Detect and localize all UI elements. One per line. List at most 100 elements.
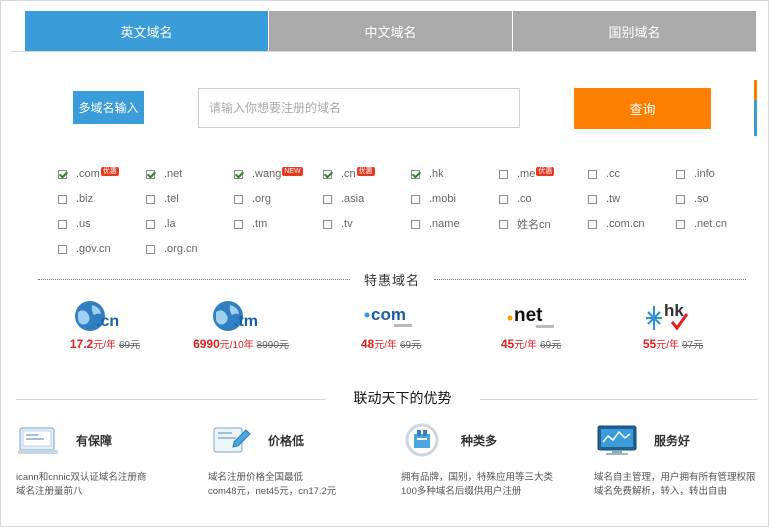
tld-label: .com [76, 168, 100, 180]
multi-domain-button[interactable]: 多域名输入 [73, 91, 144, 124]
domain-search-input[interactable] [198, 88, 520, 128]
tab-chinese-domain[interactable]: 中文域名 [268, 11, 512, 52]
tld-option[interactable]: .cn 优惠 [323, 164, 375, 184]
tld-option[interactable]: .so [676, 189, 709, 209]
price-tag-icon [208, 422, 254, 458]
tm-logo-icon: .tm [186, 296, 296, 336]
tld-label: .mobi [429, 193, 456, 205]
advantage-title: 种类多 [461, 433, 498, 448]
variety-icon [401, 422, 447, 458]
deal-hk[interactable]: hk 55元/年 97元 [618, 296, 728, 351]
tld-label: .me [517, 168, 536, 180]
tld-checkbox[interactable] [588, 194, 597, 204]
tld-option[interactable]: .tv [323, 214, 353, 234]
tld-label: 姓名cn [517, 219, 551, 231]
tld-checkbox[interactable] [146, 244, 155, 254]
advantage-title: 价格低 [268, 433, 305, 448]
tld-option[interactable]: .org.cn [146, 239, 198, 259]
advantage-description: icann和cnnic双认证域名注册商 域名注册量前八 [16, 472, 147, 497]
tab-divider [11, 51, 757, 52]
monitor-icon [16, 422, 62, 458]
tld-checkbox[interactable] [411, 219, 420, 229]
tld-checkbox[interactable] [58, 244, 67, 254]
tld-checkbox[interactable] [58, 194, 67, 204]
tld-label: .asia [341, 193, 365, 205]
tld-checkbox[interactable] [676, 219, 685, 229]
tab-english-domain[interactable]: 英文域名 [25, 11, 268, 52]
tld-checkbox[interactable] [234, 169, 243, 179]
tld-label: .com.cn [606, 218, 645, 230]
tld-checkbox[interactable] [234, 219, 243, 229]
advantage-title: 服务好 [654, 433, 691, 448]
advantage-variety: 种类多 拥有品牌，国别，特殊应用等三大类 100多种域名后缀供用户注册 [401, 420, 571, 499]
tld-option[interactable]: .tw [588, 189, 620, 209]
tld-option[interactable]: .org [234, 189, 271, 209]
deal-cn[interactable]: .cn 17.2元/年 69元 [50, 296, 160, 351]
tld-checkbox[interactable] [146, 219, 155, 229]
tld-option[interactable]: .com.cn [588, 214, 645, 234]
tld-label: .so [694, 193, 709, 205]
tld-checkbox[interactable] [234, 194, 243, 204]
tld-option[interactable]: .asia [323, 189, 364, 209]
tld-checkbox[interactable] [676, 194, 685, 204]
tld-option[interactable]: .me 优惠 [499, 164, 555, 184]
deal-price: 17.2元/年 69元 [69, 337, 141, 351]
deal-tm[interactable]: .tm 6990元/10年 8990元 [186, 296, 296, 351]
tld-checkbox[interactable] [323, 169, 332, 179]
tld-option[interactable]: .com 优惠 [58, 164, 119, 184]
tld-option[interactable]: 姓名cn [499, 214, 551, 234]
tld-option[interactable]: .gov.cn [58, 239, 111, 259]
query-button[interactable]: 查询 [574, 88, 711, 129]
hk-logo-icon: hk [618, 296, 728, 336]
tld-badge: 优惠 [100, 166, 119, 176]
deal-price: 55元/年 97元 [642, 337, 704, 351]
tld-option[interactable]: .info [676, 164, 715, 184]
tld-checkbox[interactable] [411, 169, 420, 179]
tld-option[interactable]: .co [499, 189, 532, 209]
tld-checkbox[interactable] [58, 169, 67, 179]
advantage-guarantee: 有保障 icann和cnnic双认证域名注册商 域名注册量前八 [16, 420, 186, 499]
tld-label: .co [517, 193, 532, 205]
tld-option[interactable]: .us [58, 214, 91, 234]
tld-option[interactable]: .biz [58, 189, 93, 209]
tld-label: .tv [341, 218, 353, 230]
tld-option[interactable]: .tm [234, 214, 267, 234]
tld-option[interactable]: .hk [411, 164, 444, 184]
tld-checkbox[interactable] [411, 194, 420, 204]
tld-option[interactable]: .la [146, 214, 176, 234]
tld-checkbox[interactable] [676, 169, 685, 179]
tld-checkbox[interactable] [499, 169, 508, 179]
side-tab-marker [754, 80, 757, 136]
tld-label: .cc [606, 168, 621, 180]
tld-checkbox[interactable] [499, 219, 508, 229]
tld-option[interactable]: .cc [588, 164, 620, 184]
tld-label: .la [164, 218, 176, 230]
tld-checkbox[interactable] [499, 194, 508, 204]
deal-net[interactable]: net 45元/年 69元 [476, 296, 586, 351]
tld-checkbox[interactable] [588, 169, 597, 179]
tld-checkbox[interactable] [146, 194, 155, 204]
tld-label: .cn [341, 168, 356, 180]
deal-price: 6990元/10年 8990元 [193, 337, 289, 351]
tld-checkbox[interactable] [146, 169, 155, 179]
tld-label: .tm [252, 218, 268, 230]
tld-label: .net.cn [694, 218, 728, 230]
tld-option[interactable]: .wang NEW [234, 164, 303, 184]
tab-country-domain[interactable]: 国别域名 [512, 11, 756, 52]
tld-option[interactable]: .tel [146, 189, 179, 209]
deal-com[interactable]: com 48元/年 69元 [336, 296, 446, 351]
tld-checkbox[interactable] [323, 219, 332, 229]
tld-option[interactable]: .name [411, 214, 460, 234]
screen-service-icon [594, 422, 640, 458]
cn-logo-icon: .cn [50, 296, 160, 336]
tld-option[interactable]: .net [146, 164, 182, 184]
special-divider-right [434, 279, 746, 280]
advantage-description: 拥有品牌，国别，特殊应用等三大类 100多种域名后缀供用户注册 [401, 472, 554, 497]
tld-checkbox[interactable] [588, 219, 597, 229]
tld-option[interactable]: .mobi [411, 189, 456, 209]
tld-checkbox[interactable] [323, 194, 332, 204]
tld-checkbox[interactable] [58, 219, 67, 229]
tld-option[interactable]: .net.cn [676, 214, 727, 234]
advantage-service: 服务好 域名自主管理，用户拥有所有管理权限 域名免费解析，转入，转出自由 [594, 420, 764, 499]
tld-label: .info [694, 168, 715, 180]
